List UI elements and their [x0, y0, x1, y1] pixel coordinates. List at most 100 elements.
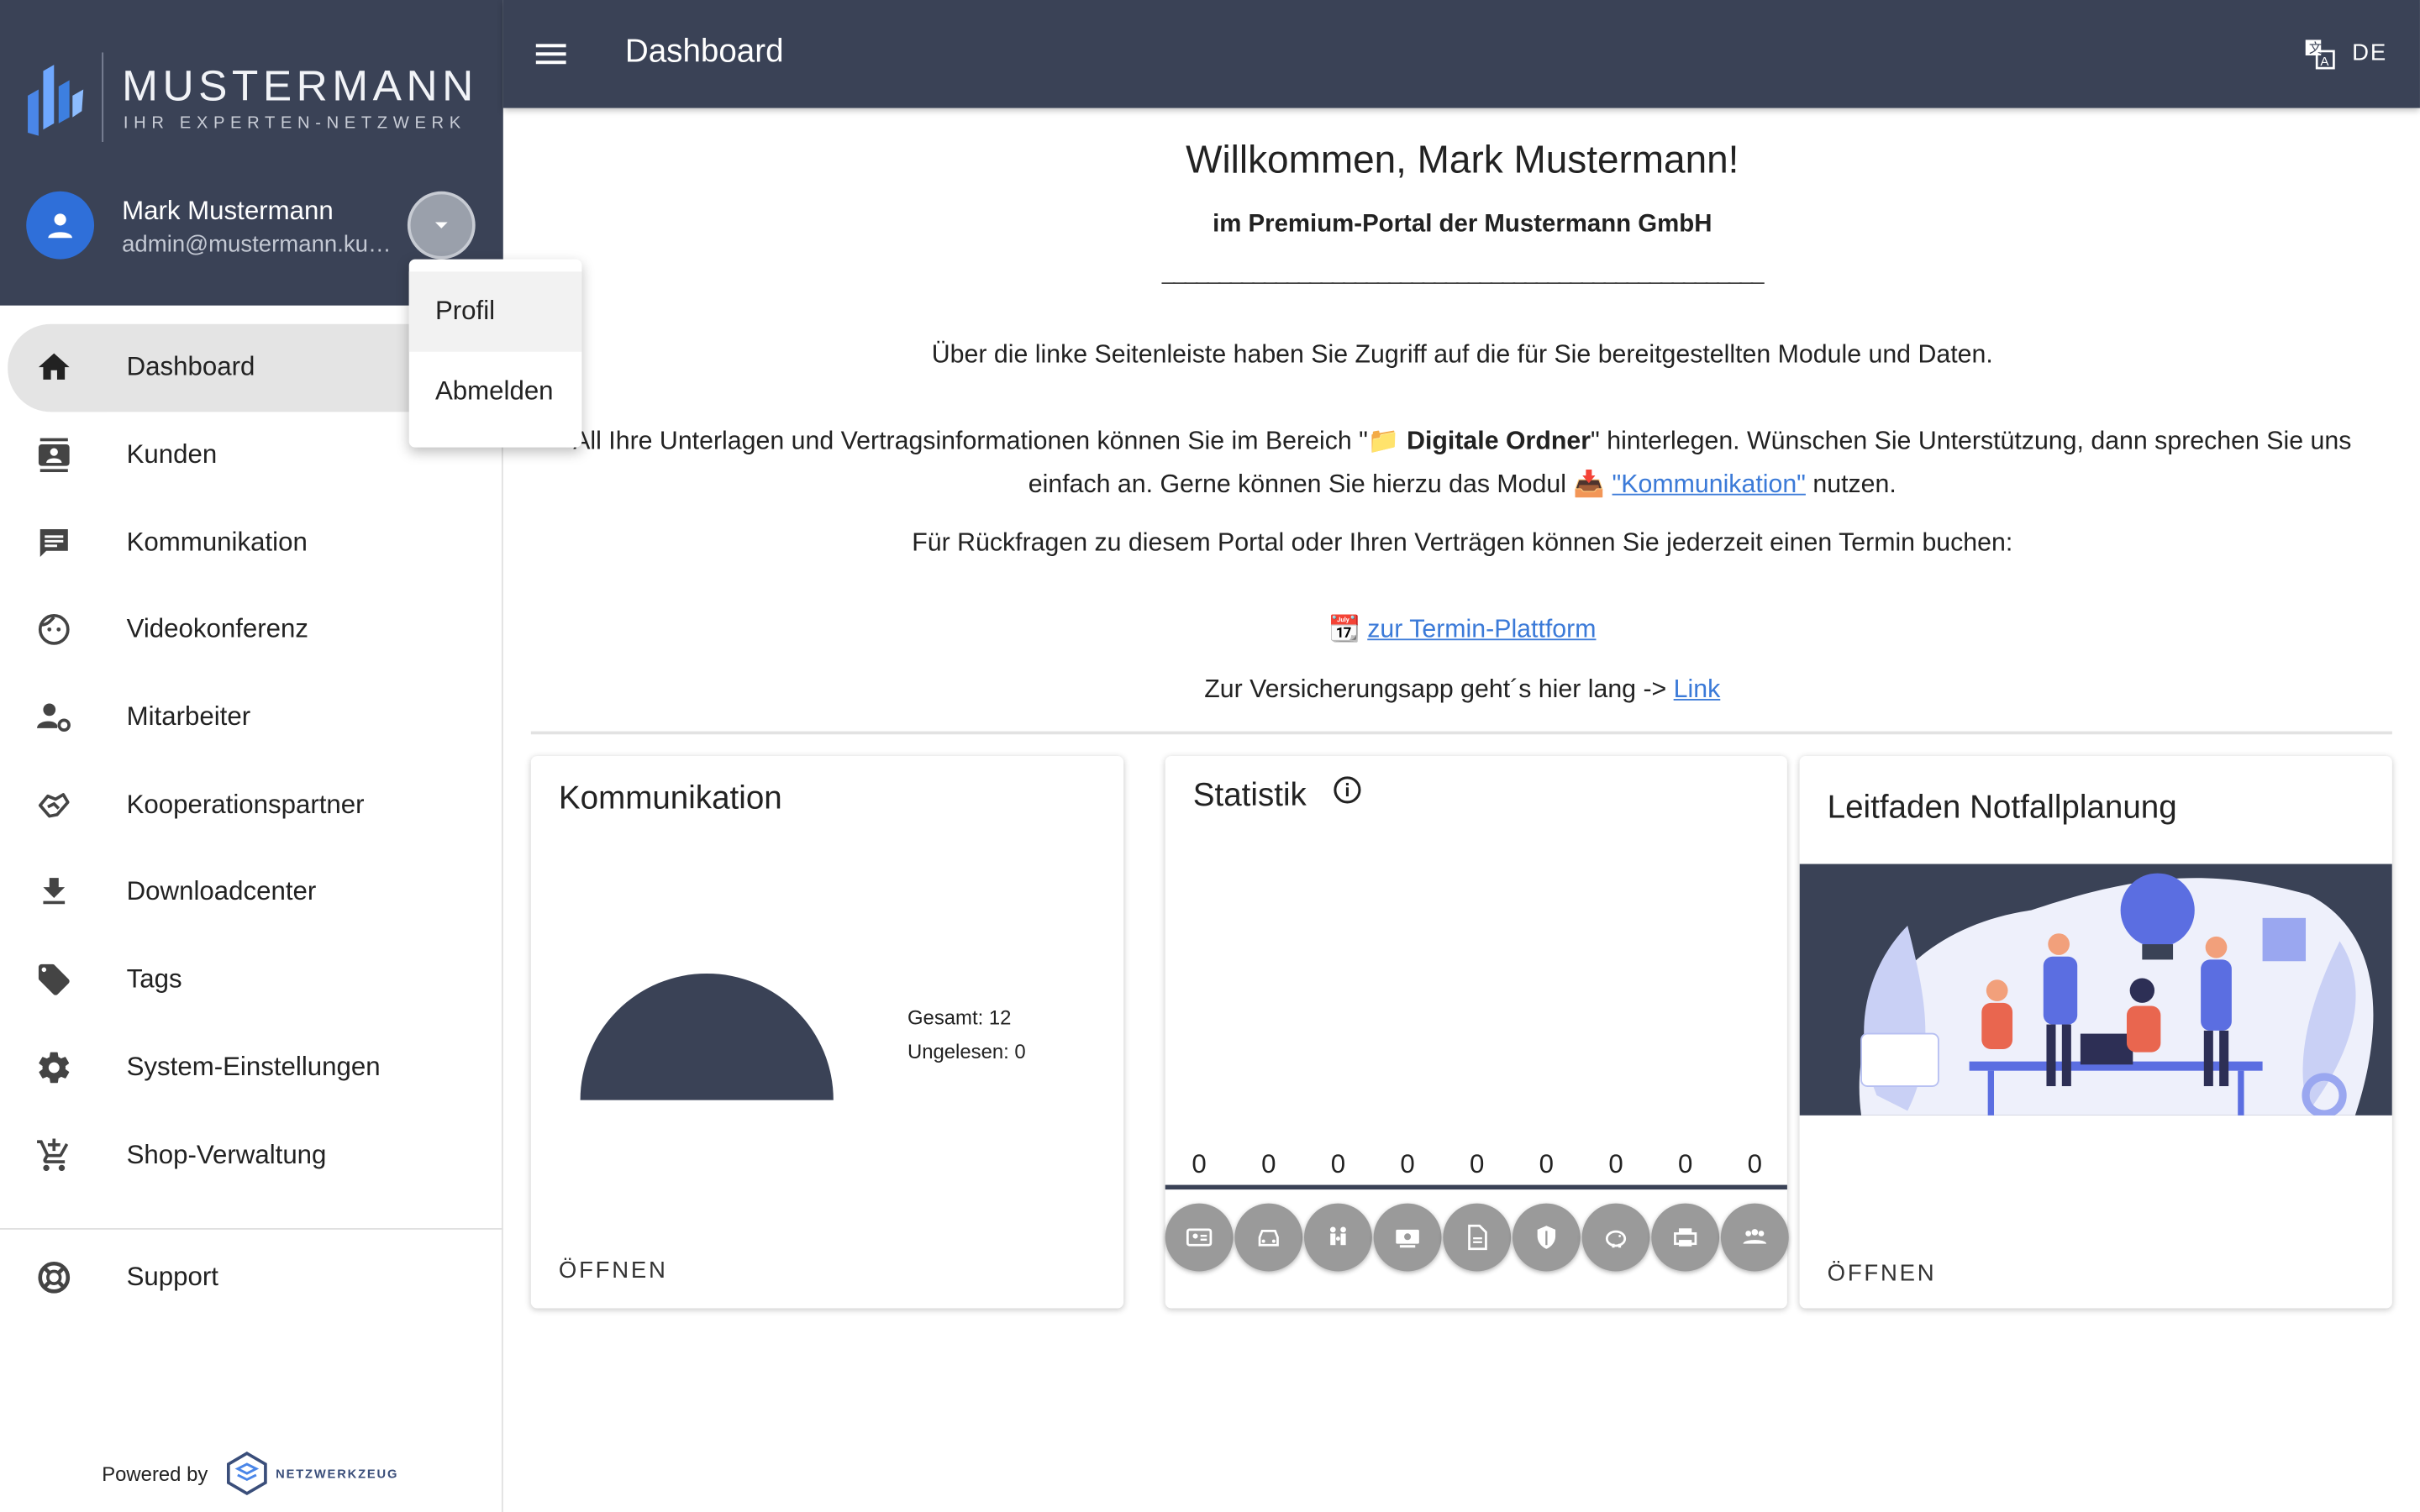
printer-icon [1674, 1228, 1697, 1247]
statistik-button[interactable] [1373, 1203, 1442, 1272]
hamburger-menu-icon[interactable] [531, 34, 571, 74]
sidebar-item-label: Kunden [126, 439, 218, 470]
sidebar-item-support[interactable]: Support [0, 1234, 503, 1320]
user-menu-button[interactable] [407, 191, 476, 260]
sidebar-item-label: Dashboard [126, 352, 255, 382]
messages-gauge-chart [580, 973, 834, 1100]
statistik-button[interactable] [1443, 1203, 1512, 1272]
sidebar-item-kooperationspartner[interactable]: Kooperationspartner [0, 761, 503, 848]
statistik-button[interactable] [1512, 1203, 1581, 1272]
welcome-subtitle: im Premium-Portal der Mustermann GmbH [1213, 211, 1712, 238]
sidebar-divider [0, 1228, 503, 1230]
car-icon [1258, 1230, 1279, 1247]
kommunikation-card: Kommunikation Gesamt: 12 Ungelesen: 0 ÖF… [530, 755, 1124, 1309]
insurance-app-link[interactable]: Link [1674, 675, 1721, 703]
sidebar-item-label: Kommunikation [126, 527, 308, 557]
sidebar-nav: Dashboard Kunden Kommunikation Videokonf… [0, 323, 503, 1199]
notfallplanung-card-title: Leitfaden Notfallplanung [1827, 790, 2177, 826]
sidebar-item-dashboard[interactable]: Dashboard [8, 323, 479, 412]
user-settings-icon [34, 697, 74, 738]
gear-icon [34, 1047, 74, 1088]
gauge-total-arc [580, 973, 834, 1100]
statistik-button[interactable] [1720, 1203, 1789, 1272]
money-icon [1396, 1229, 1419, 1248]
top-app-bar: Dashboard 文A DE [502, 0, 2420, 108]
documents-text: All Ihre Unterlagen und Vertragsinformat… [573, 427, 1368, 455]
person-icon [48, 213, 72, 239]
kommunikation-card-title: Kommunikation [558, 780, 782, 816]
sidebar-item-downloadcenter[interactable]: Downloadcenter [0, 848, 503, 936]
user-name: Mark Mustermann [122, 196, 334, 226]
support-label: Support [126, 1262, 218, 1292]
sidebar-item-shop-verwaltung[interactable]: Shop-Verwaltung [0, 1111, 503, 1199]
lifebuoy-icon [34, 1257, 74, 1298]
statistik-value: 0 [1747, 1149, 1763, 1179]
page-title: Dashboard [624, 34, 784, 70]
face-icon [34, 610, 74, 650]
piggy-bank-icon [1605, 1230, 1627, 1248]
sidebar-item-label: Mitarbeiter [126, 701, 251, 732]
brand-name: MUSTERMANN [122, 61, 478, 110]
welcome-heading: Willkommen, Mark Mustermann! [1186, 139, 1739, 182]
insurance-app-text: Zur Versicherungsapp geht´s hier lang -> [1204, 675, 1674, 704]
statistik-value: 0 [1261, 1149, 1276, 1179]
download-icon [34, 873, 74, 913]
statistik-value: 0 [1400, 1149, 1415, 1179]
statistik-button[interactable] [1234, 1203, 1303, 1272]
statistik-card-title: Statistik [1192, 777, 1307, 813]
main-content: Willkommen, Mark Mustermann! im Premium-… [505, 108, 2420, 1512]
insurance-app-paragraph: Zur Versicherungsapp geht´s hier lang ->… [566, 668, 2358, 711]
digitale-ordner-text: Digitale Ordner [1407, 427, 1591, 455]
avatar[interactable] [26, 191, 95, 260]
menu-item-profil[interactable]: Profil [408, 271, 582, 352]
content-divider [530, 731, 2392, 735]
language-selector[interactable]: DE [2352, 40, 2387, 66]
documents-paragraph: All Ihre Unterlagen und Vertragsinformat… [566, 420, 2358, 507]
logo-divider [102, 52, 104, 142]
sidebar-item-label: Tags [126, 964, 182, 995]
statistik-button[interactable] [1581, 1203, 1650, 1272]
statistik-value: 0 [1470, 1149, 1485, 1179]
sidebar-item-videokonferenz[interactable]: Videokonferenz [0, 586, 503, 674]
sidebar-item-label: Shop-Verwaltung [126, 1139, 327, 1169]
statistik-button[interactable] [1165, 1203, 1234, 1272]
shield-icon [1537, 1226, 1556, 1249]
statistik-button[interactable] [1304, 1203, 1372, 1272]
sidebar-item-system-einstellungen[interactable]: System-Einstellungen [0, 1024, 503, 1111]
statistik-value: 0 [1677, 1149, 1693, 1179]
cart-add-icon [34, 1135, 74, 1175]
sidebar-item-kommunikation[interactable]: Kommunikation [0, 499, 503, 586]
sidebar-item-label: System-Einstellungen [126, 1052, 381, 1082]
sidebar-item-label: Downloadcenter [126, 877, 317, 907]
statistik-value: 0 [1608, 1149, 1623, 1179]
document-icon [1468, 1224, 1487, 1251]
termin-paragraph: 📆 zur Termin-Plattform [566, 608, 2358, 651]
notfallplanung-open-button[interactable]: ÖFFNEN [1828, 1261, 1937, 1287]
kommunikation-open-button[interactable]: ÖFFNEN [559, 1257, 668, 1284]
info-icon[interactable] [1332, 774, 1363, 806]
user-dropdown-menu: Profil Abmelden [408, 259, 582, 448]
powered-by-text: Powered by [102, 1462, 208, 1485]
tag-icon [34, 960, 74, 1000]
powered-by: Powered by NETZWERKZEUG [102, 1450, 398, 1496]
appointment-paragraph: Für Rückfragen zu diesem Portal oder Ihr… [912, 528, 2013, 558]
chat-icon [34, 522, 74, 563]
termin-platform-link[interactable]: zur Termin-Plattform [1367, 616, 1596, 643]
total-messages: Gesamt: 12 [907, 1005, 1012, 1030]
translate-icon[interactable]: 文A [2302, 37, 2336, 71]
statistik-value: 0 [1539, 1149, 1555, 1179]
brand-logo-icon [28, 65, 84, 136]
handshake-icon [34, 785, 74, 825]
family-icon [1329, 1226, 1346, 1246]
statistik-button[interactable] [1651, 1203, 1720, 1272]
documents-text-3: nutzen. [1805, 470, 1897, 499]
sidebar-item-tags[interactable]: Tags [0, 937, 503, 1024]
kommunikation-link[interactable]: "Kommunikation" [1612, 470, 1806, 498]
svg-text:A: A [2320, 55, 2329, 69]
statistik-value: 0 [1330, 1149, 1346, 1179]
menu-item-abmelden[interactable]: Abmelden [409, 352, 582, 433]
statistik-value: 0 [1192, 1149, 1207, 1179]
sidebar-item-mitarbeiter[interactable]: Mitarbeiter [0, 674, 503, 761]
netzwerkzeug-logo-icon [226, 1452, 267, 1496]
person-card-icon [1186, 1228, 1213, 1247]
